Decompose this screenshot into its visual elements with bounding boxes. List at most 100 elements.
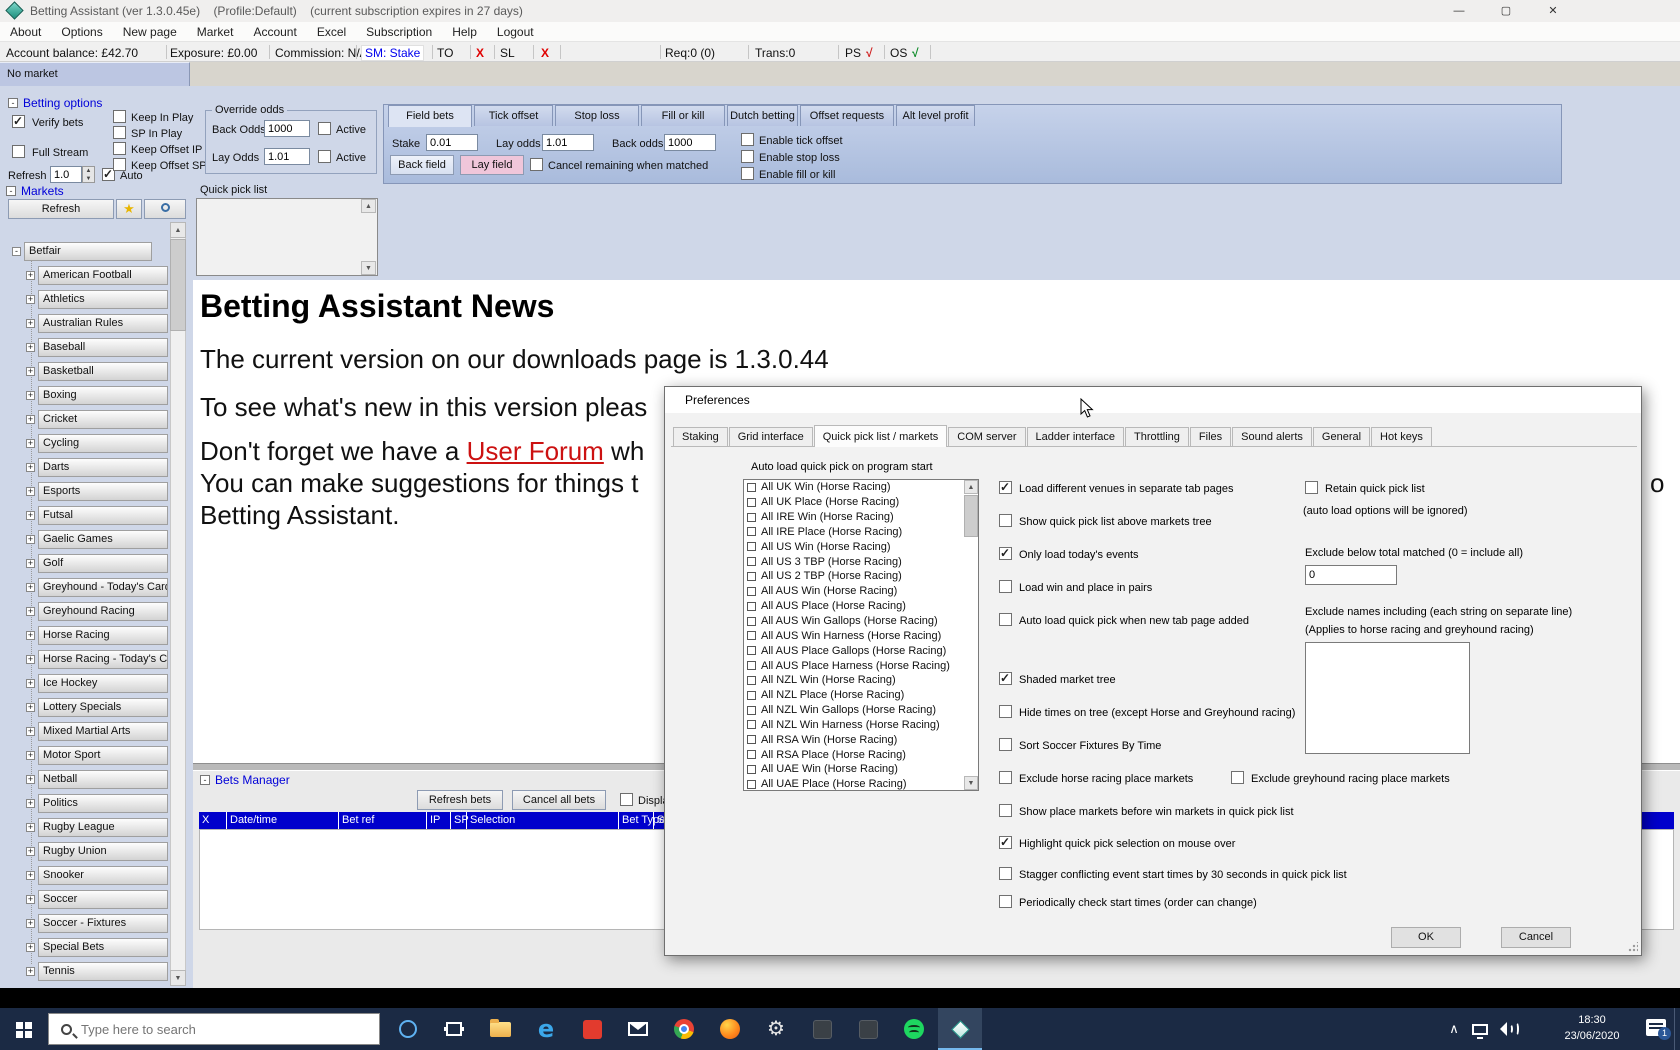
tree-expand-icon[interactable]: + xyxy=(26,271,35,280)
tree-item-cycling[interactable]: Cycling xyxy=(38,434,168,453)
list-item-checkbox[interactable] xyxy=(747,750,756,759)
menu-item-account[interactable]: Account xyxy=(243,22,306,41)
tab-no-market[interactable]: No market xyxy=(0,62,190,86)
tree-expand-icon[interactable]: + xyxy=(26,799,35,808)
taskbar-icon-edge[interactable]: e xyxy=(524,1008,568,1050)
list-item-checkbox[interactable] xyxy=(747,617,756,626)
exclude-total-input[interactable] xyxy=(1305,565,1397,585)
option-checkbox-sort-soccer-fixtures-by-time[interactable] xyxy=(999,738,1012,751)
auto-load-list-item[interactable]: All NZL Win Gallops (Horse Racing) xyxy=(744,703,978,718)
collapse-bets-manager-icon[interactable]: - xyxy=(200,775,210,785)
lay-field-button[interactable]: Lay field xyxy=(460,155,524,175)
markets-scrollbar[interactable] xyxy=(170,222,186,986)
taskbar-icon-betting-assistant[interactable] xyxy=(938,1008,982,1050)
list-item-checkbox[interactable] xyxy=(747,780,756,789)
stake-input[interactable] xyxy=(426,134,478,151)
list-item-checkbox[interactable] xyxy=(747,706,756,715)
list-item-checkbox[interactable] xyxy=(747,661,756,670)
taskbar-icon-chrome[interactable] xyxy=(662,1008,706,1050)
auto-load-list-item[interactable]: All US 2 TBP (Horse Racing) xyxy=(744,569,978,584)
close-button[interactable]: ✕ xyxy=(1539,2,1567,20)
tree-item-cricket[interactable]: Cricket xyxy=(38,410,168,429)
refresh-bets-button[interactable]: Refresh bets xyxy=(417,790,503,810)
auto-load-list-item[interactable]: All AUS Place Harness (Horse Racing) xyxy=(744,658,978,673)
show-desktop-button[interactable] xyxy=(1674,1008,1680,1050)
option-checkbox-auto-load-quick-pick-when-new-tab-page-a[interactable] xyxy=(999,613,1012,626)
menu-item-options[interactable]: Options xyxy=(51,22,112,41)
taskbar-icon-cortana[interactable] xyxy=(386,1008,430,1050)
preferences-tab-sound-alerts[interactable]: Sound alerts xyxy=(1232,427,1312,446)
preferences-tab-staking[interactable]: Staking xyxy=(673,427,728,446)
menu-item-excel[interactable]: Excel xyxy=(307,22,356,41)
tree-item-american-football[interactable]: American Football xyxy=(38,266,168,285)
list-item-checkbox[interactable] xyxy=(747,542,756,551)
markets-refresh-button[interactable]: Refresh xyxy=(8,199,114,219)
list-item-checkbox[interactable] xyxy=(747,527,756,536)
list-item-checkbox[interactable] xyxy=(747,765,756,774)
auto-load-list-item[interactable]: All IRE Place (Horse Racing) xyxy=(744,525,978,540)
tree-expand-icon[interactable]: + xyxy=(26,823,35,832)
maximize-button[interactable]: ▢ xyxy=(1492,2,1520,20)
taskbar-icon-spotify[interactable] xyxy=(892,1008,936,1050)
collapse-markets-icon[interactable]: - xyxy=(6,186,16,196)
tree-item-netball[interactable]: Netball xyxy=(38,770,168,789)
tree-expand-icon[interactable]: + xyxy=(26,583,35,592)
trade-tab-offset-requests[interactable]: Offset requests xyxy=(800,105,894,126)
tree-expand-icon[interactable]: + xyxy=(26,343,35,352)
menu-item-subscription[interactable]: Subscription xyxy=(356,22,442,41)
tree-expand-icon[interactable]: + xyxy=(26,895,35,904)
preferences-tab-grid-interface[interactable]: Grid interface xyxy=(729,427,813,446)
auto-load-list-item[interactable]: All AUS Place (Horse Racing) xyxy=(744,599,978,614)
markets-scroll-up-icon[interactable]: ▲ xyxy=(170,222,186,238)
tree-item-greyhound-today-s-card[interactable]: Greyhound - Today's Card xyxy=(38,578,168,597)
preferences-tab-com-server[interactable]: COM server xyxy=(948,427,1025,446)
display-unmatched-checkbox[interactable] xyxy=(620,793,633,806)
tree-item-australian-rules[interactable]: Australian Rules xyxy=(38,314,168,333)
tree-item-basketball[interactable]: Basketball xyxy=(38,362,168,381)
user-forum-link[interactable]: User Forum xyxy=(467,436,604,466)
tree-item-horse-racing[interactable]: Horse Racing xyxy=(38,626,168,645)
menu-item-market[interactable]: Market xyxy=(187,22,244,41)
override-lay-odds-input[interactable] xyxy=(264,148,310,165)
tree-expand-icon[interactable]: + xyxy=(26,295,35,304)
tree-expand-icon[interactable]: + xyxy=(26,367,35,376)
tree-item-esports[interactable]: Esports xyxy=(38,482,168,501)
tree-expand-icon[interactable]: + xyxy=(26,511,35,520)
tree-item-golf[interactable]: Golf xyxy=(38,554,168,573)
tree-expand-icon[interactable]: + xyxy=(26,631,35,640)
keep-offset-ip-checkbox[interactable] xyxy=(113,142,126,155)
auto-load-list-item[interactable]: All UAE Place (Horse Racing) xyxy=(744,777,978,791)
tree-expand-icon[interactable]: + xyxy=(26,607,35,616)
tree-item-horse-racing-today-s-card[interactable]: Horse Racing - Today's Card xyxy=(38,650,168,669)
tree-item-darts[interactable]: Darts xyxy=(38,458,168,477)
tree-expand-icon[interactable]: + xyxy=(26,415,35,424)
tree-expand-icon[interactable]: + xyxy=(26,487,35,496)
option-checkbox-hide-times-on-tree-except-horse-and-grey[interactable] xyxy=(999,705,1012,718)
tree-root-betfair[interactable]: Betfair xyxy=(24,242,152,261)
tree-item-soccer-fixtures[interactable]: Soccer - Fixtures xyxy=(38,914,168,933)
preferences-tab-general[interactable]: General xyxy=(1313,427,1370,446)
override-back-odds-input[interactable] xyxy=(264,120,310,137)
cancel-button[interactable]: Cancel xyxy=(1501,927,1571,948)
tree-expand-icon[interactable]: + xyxy=(26,391,35,400)
tree-item-futsal[interactable]: Futsal xyxy=(38,506,168,525)
back-field-button[interactable]: Back field xyxy=(390,155,454,175)
search-input[interactable] xyxy=(81,1022,331,1037)
tree-expand-icon[interactable]: + xyxy=(26,655,35,664)
tree-item-greyhound-racing[interactable]: Greyhound Racing xyxy=(38,602,168,621)
notification-icon[interactable]: 1 xyxy=(1646,1019,1666,1036)
tree-expand-icon[interactable]: + xyxy=(26,847,35,856)
retain-quick-pick-checkbox[interactable] xyxy=(1305,481,1318,494)
list-item-checkbox[interactable] xyxy=(747,587,756,596)
ok-button[interactable]: OK xyxy=(1391,927,1461,948)
override-back-active-checkbox[interactable] xyxy=(318,122,331,135)
refresh-spinner[interactable]: ▲▼ xyxy=(82,166,95,183)
enable-fill-or-kill-checkbox[interactable] xyxy=(741,167,754,180)
option-checkbox-show-quick-pick-list-above-markets-tree[interactable] xyxy=(999,514,1012,527)
preferences-tab-hot-keys[interactable]: Hot keys xyxy=(1371,427,1432,446)
trade-tab-stop-loss[interactable]: Stop loss xyxy=(555,105,639,126)
menu-item-help[interactable]: Help xyxy=(442,22,487,41)
tree-item-politics[interactable]: Politics xyxy=(38,794,168,813)
search-markets-button[interactable] xyxy=(144,199,186,219)
taskbar-icon-app-dark-1[interactable] xyxy=(800,1008,844,1050)
